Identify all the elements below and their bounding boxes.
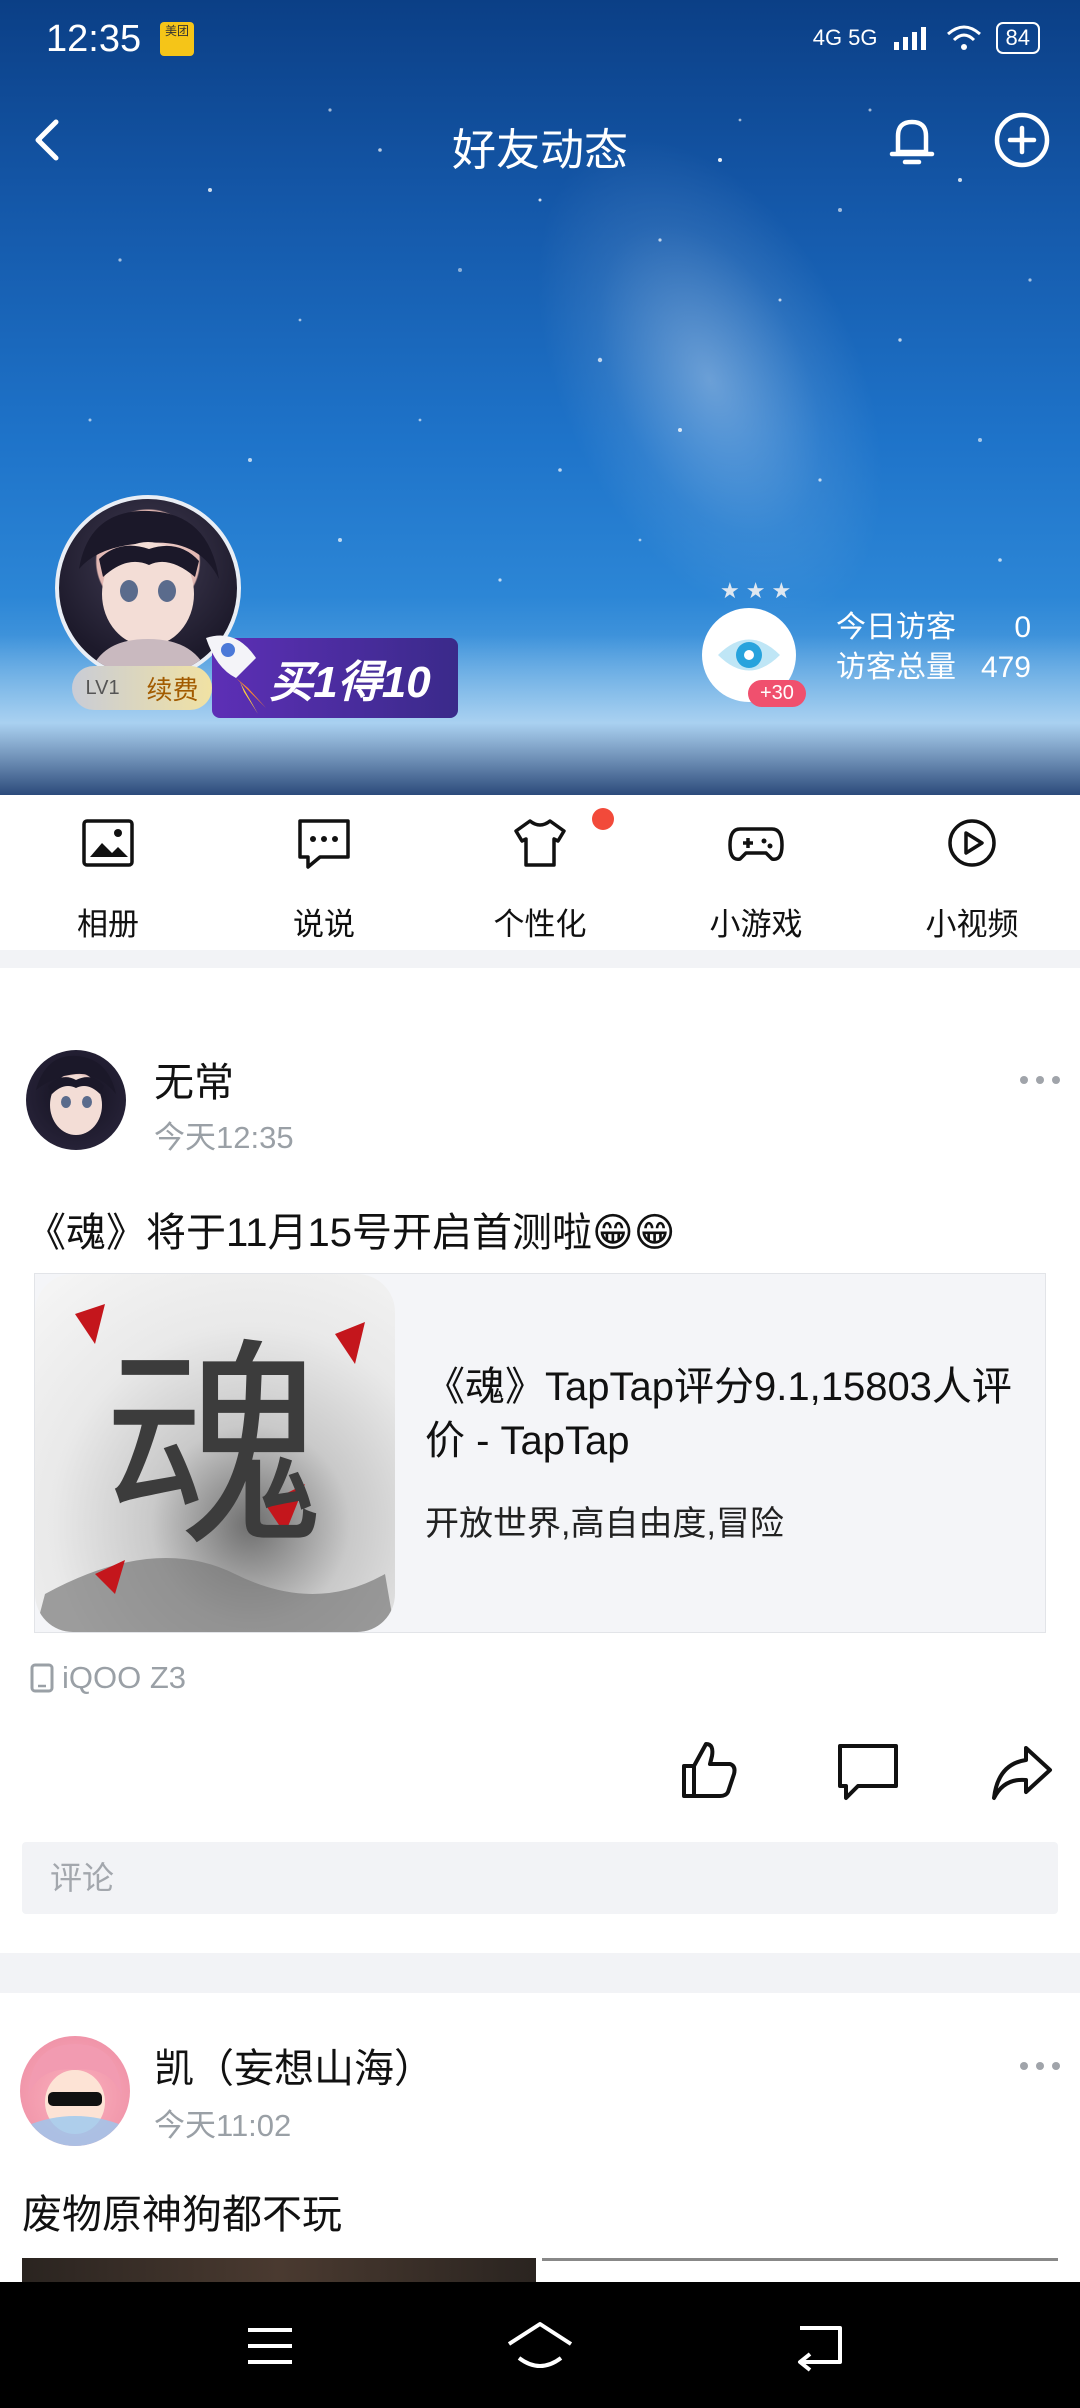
message-bubble-icon	[298, 819, 350, 869]
like-icon[interactable]	[678, 1738, 742, 1802]
game-thumbnail: 魂	[35, 1274, 395, 1632]
post-text: 《魂》将于11月15号开启首测啦😁😁	[26, 1211, 676, 1255]
status-bar: 12:35 美团 4G 5G 84	[0, 0, 1080, 80]
post-text: 废物原神狗都不玩	[22, 2193, 342, 2237]
post-time: 今天11:02	[154, 2108, 292, 2143]
link-preview-card[interactable]: 魂 《魂》TapTap评分9.1,15803人评价 - TapTap 开放世界,…	[34, 1273, 1046, 1633]
notification-dot	[592, 808, 614, 830]
rocket-icon	[206, 635, 266, 714]
more-options-icon[interactable]	[1018, 2056, 1062, 2076]
post-image[interactable]	[22, 2258, 536, 2282]
menu-label: 个性化	[493, 907, 587, 942]
author-avatar[interactable]	[26, 1050, 126, 1150]
add-circle-icon[interactable]	[990, 108, 1054, 172]
section-divider	[0, 950, 1080, 968]
play-circle-icon	[948, 819, 996, 867]
quick-menu: 相册 说说 个性化 小游戏 小视频	[0, 795, 1080, 950]
share-icon[interactable]	[990, 1740, 1054, 1804]
promo-text: 买1得10	[269, 658, 431, 707]
ink-brush-illustration: 魂	[35, 1304, 395, 1632]
visitor-stats[interactable]: 今日访客 0 访客总量 479	[836, 608, 1031, 688]
card-title: 《魂》TapTap评分9.1,15803人评价 - TapTap	[425, 1365, 1012, 1463]
menu-item-personalize[interactable]: 个性化	[432, 795, 648, 950]
signal-bars-icon	[893, 27, 926, 50]
menu-item-minivideo[interactable]: 小视频	[864, 795, 1080, 950]
eye-icon	[718, 639, 780, 671]
status-indicators: 4G 5G 84	[813, 22, 1040, 54]
vip-level-badge[interactable]: LV1 续费	[72, 666, 212, 710]
device-name: iQOO Z3	[62, 1660, 187, 1695]
back-icon[interactable]	[790, 2318, 850, 2374]
post-time: 今天12:35	[154, 1120, 294, 1155]
menu-icon[interactable]	[240, 2318, 300, 2374]
pink-hair-avatar-illustration	[20, 2044, 130, 2146]
visitors-total-value: 479	[980, 651, 1031, 684]
anime-avatar-illustration	[36, 1055, 116, 1135]
section-divider	[0, 1953, 1080, 1993]
menu-label: 说说	[293, 907, 355, 942]
visitor-today-row: 今日访客 0	[836, 608, 1031, 648]
system-navigation-bar	[0, 2282, 1080, 2408]
menu-label: 相册	[77, 907, 139, 942]
home-icon[interactable]	[505, 2318, 575, 2374]
visitors-today-label: 今日访客	[836, 611, 956, 644]
meituan-app-icon: 美团	[160, 22, 194, 56]
thumb-glyph: 魂	[105, 1320, 325, 1576]
device-info: iQOO Z3	[30, 1660, 186, 1696]
menu-item-album[interactable]: 相册	[0, 795, 216, 950]
top-bar: 好友动态	[0, 100, 1080, 180]
menu-item-minigames[interactable]: 小游戏	[648, 795, 864, 950]
renew-label: 续费	[146, 674, 199, 705]
menu-label: 小视频	[925, 907, 1019, 942]
tshirt-icon	[514, 819, 566, 867]
visitors-today-value: 0	[1014, 611, 1031, 644]
status-time: 12:35	[46, 18, 142, 60]
menu-item-shuoshuo[interactable]: 说说	[216, 795, 432, 950]
post-image[interactable]	[542, 2258, 1058, 2285]
card-subtitle: 开放世界,高自由度,冒险	[425, 1505, 784, 1543]
visitor-increment-badge: +30	[748, 680, 806, 707]
visitor-total-row: 访客总量 479	[836, 648, 1031, 688]
gamepad-icon	[728, 827, 784, 861]
level-label: LV1	[85, 676, 120, 699]
photo-album-icon	[82, 819, 134, 867]
more-options-icon[interactable]	[1018, 1070, 1062, 1090]
battery-indicator: 84	[995, 22, 1040, 54]
bell-icon[interactable]	[880, 108, 944, 172]
eye-dots-decoration: ★★★	[720, 578, 798, 603]
author-avatar[interactable]	[20, 2036, 130, 2146]
signal-indicator: 4G 5G	[812, 25, 878, 50]
phone-icon	[30, 1663, 54, 1693]
author-name[interactable]: 无常	[154, 1050, 234, 1108]
author-name[interactable]: 凯（妄想山海）	[154, 2036, 434, 2094]
wifi-icon	[946, 25, 981, 50]
visitors-total-label: 访客总量	[836, 651, 956, 684]
comment-icon[interactable]	[836, 1740, 900, 1804]
menu-label: 小游戏	[709, 907, 803, 942]
comment-input[interactable]: 评论	[22, 1842, 1058, 1914]
